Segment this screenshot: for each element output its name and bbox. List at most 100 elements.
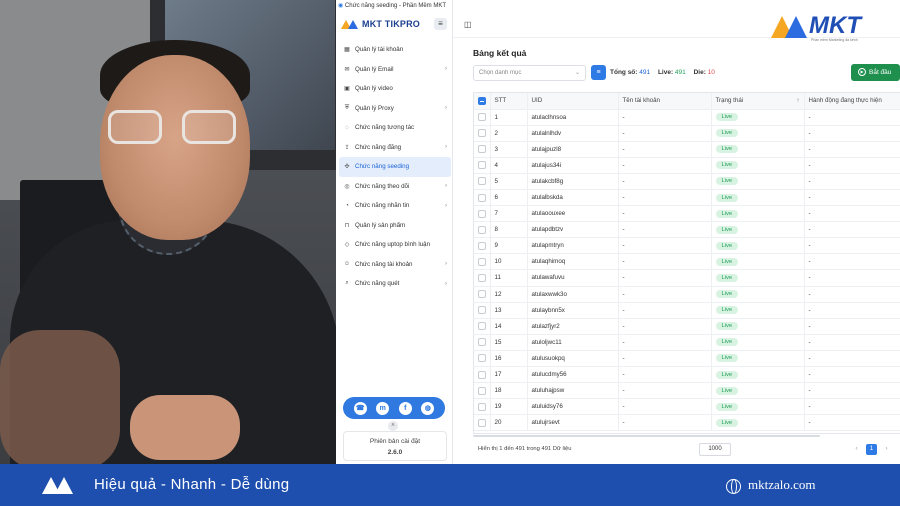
globe-icon[interactable]: ◍ [421, 401, 435, 415]
page-size-input[interactable]: 1000 [699, 443, 731, 456]
row-checkbox[interactable] [478, 402, 486, 411]
row-checkbox[interactable] [478, 225, 486, 234]
row-checkbox[interactable] [478, 306, 486, 315]
table-row[interactable]: 4 atulajus34i - Live - [474, 157, 900, 174]
row-select-cell[interactable] [474, 382, 491, 400]
sidebar-item-11[interactable]: ☺ Chức năng tài khoản › [339, 255, 451, 275]
sidebar-item-7[interactable]: ◎ Chức năng theo dõi › [339, 177, 451, 197]
table-row[interactable]: 13 atulaybnn5x - Live - [474, 302, 900, 319]
row-checkbox[interactable] [478, 386, 486, 395]
sort-arrow-icon[interactable]: ↑ [796, 97, 799, 104]
table-row[interactable]: 2 atulalnlhdv - Live - [474, 125, 900, 142]
column-header-account-name[interactable]: Tên tài khoản [618, 93, 712, 110]
table-row[interactable]: 1 atulaclhnsoa - Live - [474, 109, 900, 126]
row-checkbox[interactable] [478, 113, 486, 122]
sidebar-item-8[interactable]: ◔ Chức năng nhắn tin › [339, 196, 451, 216]
row-checkbox[interactable] [478, 290, 486, 299]
cell-stt: 9 [490, 237, 528, 255]
table-row[interactable]: 7 atulaoouxee - Live - [474, 205, 900, 223]
row-select-cell[interactable] [474, 189, 491, 207]
messenger-icon[interactable]: m [376, 401, 390, 415]
row-checkbox[interactable] [478, 161, 486, 170]
table-row[interactable]: 9 atulapmtryn - Live - [474, 237, 900, 255]
category-select[interactable]: Chọn danh mục ⌄ [473, 65, 586, 81]
select-all-checkbox[interactable] [478, 96, 486, 105]
table-row[interactable]: 6 atulalbskda - Live - [474, 189, 900, 207]
row-select-cell[interactable] [474, 125, 491, 142]
sidebar-item-3[interactable]: ⛨ Quản lý Proxy › [339, 99, 451, 119]
row-checkbox[interactable] [478, 354, 486, 363]
row-select-cell[interactable] [474, 318, 491, 335]
table-row[interactable]: 11 atulawafuvu - Live - [474, 269, 900, 287]
row-checkbox[interactable] [478, 241, 486, 250]
page-button-current[interactable]: 1 [866, 444, 877, 455]
support-icon[interactable]: ☎ [353, 401, 367, 415]
row-checkbox[interactable] [478, 193, 486, 202]
row-checkbox[interactable] [478, 418, 486, 427]
table-row[interactable]: 16 atulusuokpq - Live - [474, 350, 900, 368]
row-select-cell[interactable] [474, 221, 491, 239]
select-all-cell[interactable] [474, 93, 491, 110]
row-select-cell[interactable] [474, 205, 491, 223]
row-select-cell[interactable] [474, 334, 491, 351]
row-select-cell[interactable] [474, 302, 491, 319]
collapse-up-button[interactable]: ˄ [388, 421, 398, 431]
column-header-status[interactable]: Trạng thái ↑ [711, 93, 805, 110]
row-select-cell[interactable] [474, 157, 491, 174]
table-row[interactable]: 3 atulajpuzl8- Live - [474, 141, 900, 158]
start-button[interactable]: ▶ Bắt đầu [851, 64, 900, 81]
row-checkbox[interactable] [478, 145, 486, 154]
sidebar-item-10[interactable]: ◇ Chức năng uptop bình luận [339, 235, 451, 255]
horizontal-scrollbar[interactable] [473, 435, 820, 437]
table-row[interactable]: 5 atulakcbf8g - Live - [474, 173, 900, 190]
row-select-cell[interactable] [474, 141, 491, 158]
row-select-cell[interactable] [474, 398, 491, 416]
sidebar-item-6[interactable]: ✣ Chức năng seeding [339, 157, 451, 177]
row-checkbox[interactable] [478, 209, 486, 218]
row-select-cell[interactable] [474, 414, 491, 432]
column-header-stt[interactable]: STT [490, 93, 528, 110]
row-select-cell[interactable] [474, 253, 491, 271]
row-select-cell[interactable] [474, 109, 491, 126]
next-page-icon[interactable]: › [881, 444, 892, 455]
sidebar-item-9[interactable]: ⊓ Quản lý sản phẩm [339, 216, 451, 236]
split-view-icon[interactable]: ◫ [464, 20, 472, 29]
row-select-cell[interactable] [474, 350, 491, 368]
row-checkbox[interactable] [478, 370, 486, 379]
sidebar-item-4[interactable]: ◌ Chức năng tương tác [339, 118, 451, 138]
facebook-icon[interactable]: f [398, 401, 412, 415]
table-row[interactable]: 14 atulazfjyr2- Live - [474, 318, 900, 335]
table-row[interactable]: 17 atulucdmy56- Live - [474, 366, 900, 384]
row-checkbox[interactable] [478, 273, 486, 282]
row-checkbox[interactable] [478, 129, 486, 138]
table-row[interactable]: 18 atuluhajpsw - Live - [474, 382, 900, 400]
row-select-cell[interactable] [474, 237, 491, 255]
cell-stt: 18 [490, 382, 528, 400]
table-row[interactable]: 12 atulaxwwk3o - Live - [474, 286, 900, 303]
row-select-cell[interactable] [474, 286, 491, 303]
cell-status: Live [711, 237, 805, 255]
cell-uid: atulaclhnsoa [527, 109, 619, 126]
sidebar-item-5[interactable]: ⇪ Chức năng đăng › [339, 138, 451, 158]
table-row[interactable]: 10 atulaqhimoq - Live - [474, 253, 900, 271]
table-row[interactable]: 8 atulapdbtzv - Live - [474, 221, 900, 239]
sidebar-item-1[interactable]: ✉ Quản lý Email › [339, 60, 451, 80]
row-checkbox[interactable] [478, 338, 486, 347]
prev-page-icon[interactable]: ‹ [851, 444, 862, 455]
row-checkbox[interactable] [478, 177, 486, 186]
table-row[interactable]: 15 atuloljwc11- Live - [474, 334, 900, 351]
row-checkbox[interactable] [478, 257, 486, 266]
row-checkbox[interactable] [478, 322, 486, 331]
row-select-cell[interactable] [474, 366, 491, 384]
sidebar-item-2[interactable]: ▣ Quản lý video [339, 79, 451, 99]
row-select-cell[interactable] [474, 173, 491, 190]
filter-button[interactable]: ≡ [591, 65, 606, 80]
menu-toggle-button[interactable]: ≡ [434, 18, 447, 30]
column-header-action[interactable]: Hành động đang thực hiện [804, 93, 900, 110]
row-select-cell[interactable] [474, 269, 491, 287]
sidebar-item-12[interactable]: ⌕ Chức năng quét › [339, 274, 451, 294]
column-header-uid[interactable]: UID [527, 93, 619, 110]
sidebar-item-0[interactable]: ▦ Quản lý tài khoản [339, 40, 451, 60]
table-row[interactable]: 20 atulujrsevt - Live - [474, 414, 900, 432]
table-row[interactable]: 19 atuluidsy76- Live - [474, 398, 900, 416]
